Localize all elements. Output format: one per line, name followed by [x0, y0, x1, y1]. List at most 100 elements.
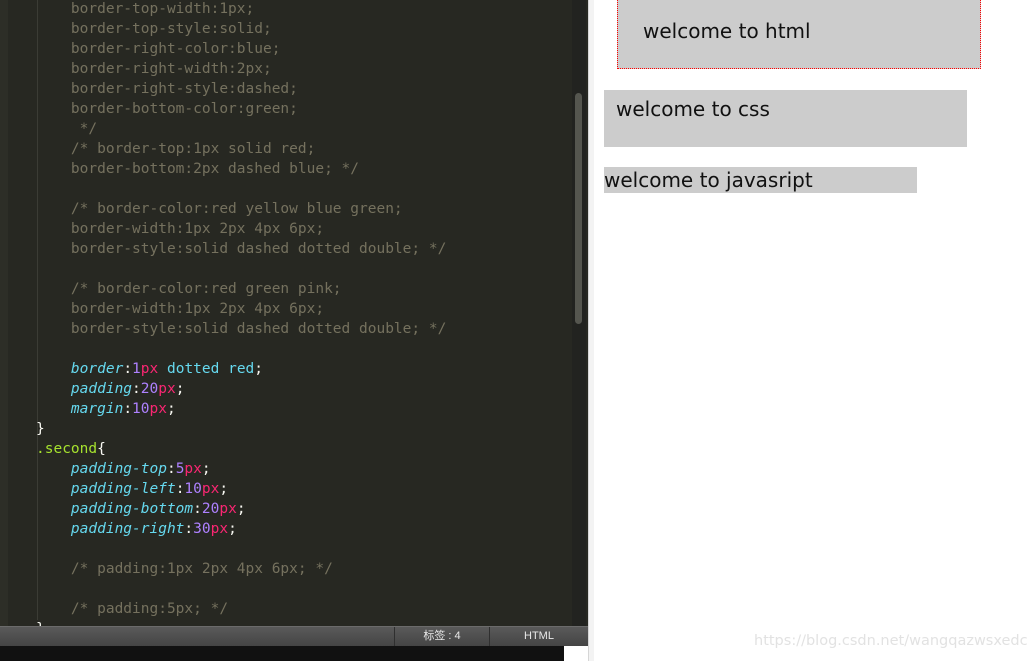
code-token: {	[97, 441, 106, 457]
taskbar-strip	[0, 646, 564, 661]
code-token: :	[123, 401, 133, 417]
code-line[interactable]	[0, 179, 570, 199]
code-line[interactable]: /* border-color:red yellow blue green;	[0, 199, 570, 219]
code-area[interactable]: border-top-width:1px; border-top-style:s…	[0, 0, 570, 626]
code-line[interactable]: margin:10px;	[0, 399, 570, 419]
code-token: :	[184, 521, 194, 537]
code-line[interactable]	[0, 259, 570, 279]
code-token: px	[140, 361, 159, 377]
code-line[interactable]: border-top-style:solid;	[0, 19, 570, 39]
code-line[interactable]: /* padding:5px; */	[0, 599, 570, 619]
code-line[interactable]: padding-left:10px;	[0, 479, 570, 499]
code-line[interactable]: border-bottom:2px dashed blue; */	[0, 159, 570, 179]
watermark: https://blog.csdn.net/wangqazwsxedc	[754, 633, 1028, 649]
code-token: border-right-color:blue;	[36, 41, 281, 57]
status-tab-size[interactable]: 标签 : 4	[394, 627, 489, 646]
code-token: px	[184, 461, 202, 477]
code-line[interactable]: padding-top:5px;	[0, 459, 570, 479]
status-tab-size-label: 标签 : 4	[423, 630, 461, 642]
code-token: .second	[36, 441, 98, 457]
code-token: :	[193, 501, 202, 517]
code-line[interactable]: border-right-width:2px;	[0, 59, 570, 79]
code-line[interactable]: /* border-top:1px solid red;	[0, 139, 570, 159]
code-line[interactable]: padding-bottom:20px;	[0, 499, 570, 519]
code-line[interactable]: border-bottom-color:green;	[0, 99, 570, 119]
editor-scrollbar-thumb[interactable]	[575, 93, 582, 324]
code-token: padding	[70, 381, 133, 397]
code-line[interactable]: border-top-width:1px;	[0, 0, 570, 19]
code-token: border-width:1px 2px 4px 6px;	[36, 301, 325, 317]
code-line[interactable]	[0, 339, 570, 359]
code-line[interactable]: border:1px dotted red;	[0, 359, 570, 379]
code-editor[interactable]: border-top-width:1px; border-top-style:s…	[0, 0, 588, 626]
code-line[interactable]: }	[0, 619, 570, 626]
code-token: :	[123, 361, 133, 377]
code-token: border-top-style:solid;	[36, 21, 272, 37]
code-token: px	[210, 521, 229, 537]
code-token: */	[36, 121, 98, 137]
code-token: border-right-width:2px;	[36, 61, 272, 77]
code-token: border-style:solid dashed dotted double;…	[36, 241, 447, 257]
code-token: px	[149, 401, 167, 417]
code-token: ;	[201, 461, 211, 477]
code-token: 1	[132, 361, 141, 377]
editor-statusbar: 标签 : 4 HTML	[0, 626, 588, 646]
code-token: border-bottom:2px dashed blue; */	[36, 161, 360, 177]
code-token: 10	[184, 481, 202, 497]
code-token: border-top-width:1px;	[36, 1, 255, 17]
code-token: border-right-style:dashed;	[36, 81, 298, 97]
code-line[interactable]: border-right-color:blue;	[0, 39, 570, 59]
code-line[interactable]: .second{	[0, 439, 570, 459]
code-line[interactable]	[0, 539, 570, 559]
code-line[interactable]: border-right-style:dashed;	[0, 79, 570, 99]
code-token: ;	[219, 481, 229, 497]
first-box: welcome to html	[617, 0, 981, 69]
second-box-text: welcome to css	[616, 97, 770, 121]
code-line[interactable]: /* border-color:red green pink;	[0, 279, 570, 299]
code-line[interactable]: border-width:1px 2px 4px 6px;	[0, 299, 570, 319]
code-line[interactable]: padding:20px;	[0, 379, 570, 399]
code-token: px	[219, 501, 237, 517]
code-token: margin	[70, 401, 124, 417]
code-token: }	[36, 421, 45, 437]
code-token: border-style:solid dashed dotted double;…	[36, 321, 447, 337]
code-token: px	[201, 481, 220, 497]
code-token: ;	[228, 521, 237, 537]
code-token: /* border-color:red yellow blue green;	[36, 201, 403, 217]
code-token: dotted red	[158, 361, 255, 377]
code-line[interactable]: border-style:solid dashed dotted double;…	[0, 319, 570, 339]
code-line[interactable]: }	[0, 419, 570, 439]
code-token: /* border-top:1px solid red;	[36, 141, 316, 157]
status-syntax-label: HTML	[524, 630, 554, 642]
code-token: :	[132, 381, 141, 397]
code-token: padding-top	[70, 461, 167, 477]
code-token: border-bottom-color:green;	[36, 101, 298, 117]
code-token: 20	[140, 381, 159, 397]
code-line[interactable]: border-style:solid dashed dotted double;…	[0, 239, 570, 259]
first-box-text: welcome to html	[643, 19, 811, 43]
code-token: padding-right	[70, 521, 185, 537]
status-syntax[interactable]: HTML	[489, 627, 588, 646]
code-token: 20	[201, 501, 220, 517]
code-line[interactable]: padding-right:30px;	[0, 519, 570, 539]
code-token: ;	[166, 401, 176, 417]
code-line[interactable]: */	[0, 119, 570, 139]
code-token: border-width:1px 2px 4px 6px;	[36, 221, 325, 237]
code-token: padding-bottom	[70, 501, 194, 517]
code-line[interactable]: /* padding:1px 2px 4px 6px; */	[0, 559, 570, 579]
code-token: :	[166, 461, 176, 477]
code-token: px	[158, 381, 176, 397]
third-box: welcome to javasript	[604, 167, 917, 193]
code-token: ;	[236, 501, 246, 517]
code-line[interactable]	[0, 579, 570, 599]
code-token: border	[70, 361, 124, 377]
code-line[interactable]: border-width:1px 2px 4px 6px;	[0, 219, 570, 239]
code-token: ;	[175, 381, 185, 397]
code-token: 30	[193, 521, 211, 537]
